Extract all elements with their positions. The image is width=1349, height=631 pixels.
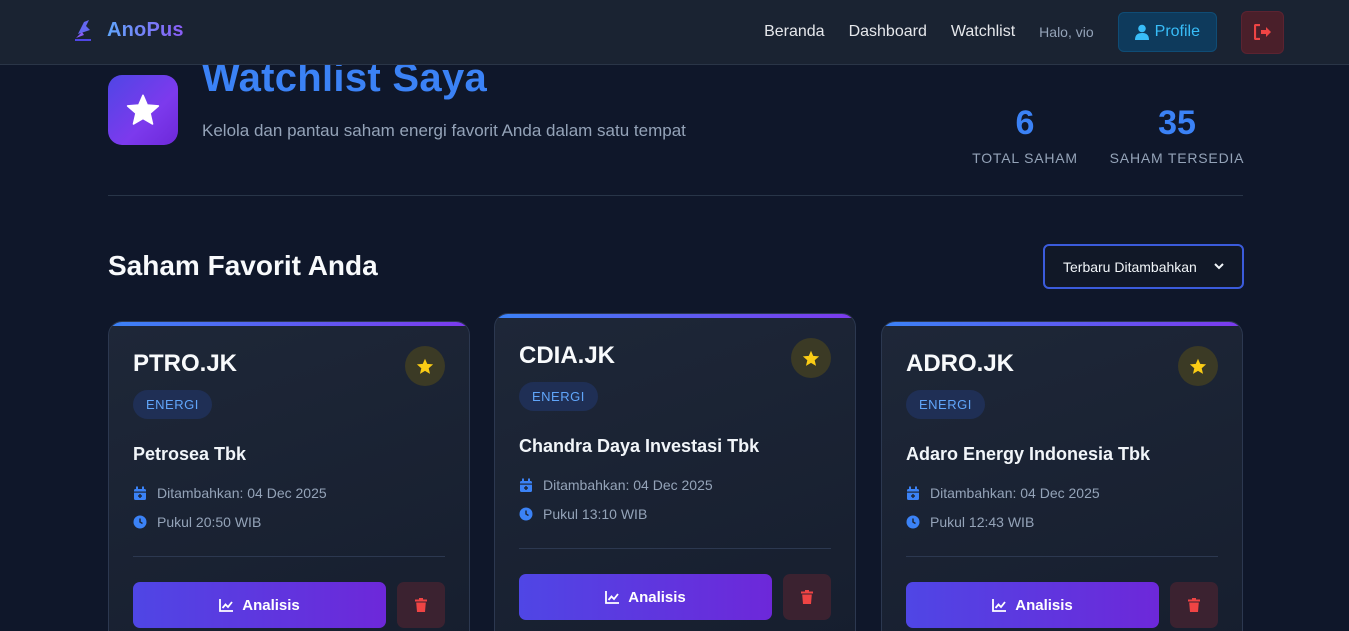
header-divider bbox=[108, 195, 1243, 196]
delete-button[interactable] bbox=[783, 574, 831, 620]
added-time-text: Pukul 12:43 WIB bbox=[930, 514, 1035, 530]
clock-icon bbox=[519, 507, 533, 521]
nav-link-dashboard[interactable]: Dashboard bbox=[849, 23, 927, 41]
analysis-label: Analisis bbox=[1015, 596, 1073, 614]
calendar-icon bbox=[907, 486, 919, 500]
stat-value: 6 bbox=[1015, 104, 1035, 142]
star-icon bbox=[416, 358, 434, 374]
analysis-label: Analisis bbox=[242, 596, 300, 614]
star-icon bbox=[802, 350, 820, 366]
delete-button[interactable] bbox=[1170, 582, 1218, 628]
added-date-row: Ditambahkan: 04 Dec 2025 bbox=[906, 485, 1100, 501]
brand-name: AnoPus bbox=[107, 18, 184, 41]
chevron-down-icon bbox=[1214, 263, 1224, 270]
added-date-text: Ditambahkan: 04 Dec 2025 bbox=[930, 485, 1100, 501]
trash-icon bbox=[801, 590, 813, 604]
page-subtitle: Kelola dan pantau saham energi favorit A… bbox=[202, 121, 686, 140]
added-date-row: Ditambahkan: 04 Dec 2025 bbox=[133, 485, 327, 501]
analysis-button[interactable]: Analisis bbox=[133, 582, 386, 628]
user-icon bbox=[1134, 24, 1149, 40]
analysis-button[interactable]: Analisis bbox=[906, 582, 1159, 628]
added-time-row: Pukul 13:10 WIB bbox=[519, 506, 647, 522]
added-time-text: Pukul 13:10 WIB bbox=[543, 506, 648, 522]
sort-select[interactable]: Terbaru Ditambahkan bbox=[1043, 244, 1244, 289]
calendar-icon bbox=[520, 478, 532, 492]
card-accent-bar bbox=[109, 322, 469, 326]
chart-line-icon bbox=[605, 590, 620, 604]
card-accent-bar bbox=[495, 314, 855, 318]
delete-button[interactable] bbox=[397, 582, 445, 628]
card-accent-bar bbox=[882, 322, 1242, 326]
added-date-text: Ditambahkan: 04 Dec 2025 bbox=[157, 485, 327, 501]
nav-link-beranda[interactable]: Beranda bbox=[764, 23, 825, 41]
company-name: Petrosea Tbk bbox=[133, 444, 247, 464]
favorite-button[interactable] bbox=[405, 346, 445, 386]
stat-label: TOTAL SAHAM bbox=[972, 150, 1078, 166]
sector-badge: ENERGI bbox=[133, 390, 212, 419]
sector-badge: ENERGI bbox=[519, 382, 598, 411]
added-time-text: Pukul 20:50 WIB bbox=[157, 514, 262, 530]
added-time-row: Pukul 12:43 WIB bbox=[906, 514, 1034, 530]
card-divider bbox=[519, 548, 831, 549]
added-time-row: Pukul 20:50 WIB bbox=[133, 514, 261, 530]
stat-label: SAHAM TERSEDIA bbox=[1109, 150, 1245, 166]
card-ticker: CDIA.JK bbox=[519, 342, 616, 369]
anopus-logo-icon bbox=[75, 20, 91, 41]
favorite-button[interactable] bbox=[1178, 346, 1218, 386]
clock-icon bbox=[906, 515, 920, 529]
card-divider bbox=[133, 556, 445, 557]
watchlist-card: PTRO.JK ENERGI Petrosea Tbk Ditambahkan:… bbox=[108, 321, 470, 631]
stat-value: 35 bbox=[1158, 104, 1196, 142]
logout-button[interactable] bbox=[1241, 10, 1284, 54]
trash-icon bbox=[415, 598, 427, 612]
company-name: Adaro Energy Indonesia Tbk bbox=[906, 444, 1151, 464]
user-greeting: Halo, vio bbox=[1039, 24, 1094, 40]
favorite-button[interactable] bbox=[791, 338, 831, 378]
brand[interactable]: AnoPus bbox=[73, 18, 184, 42]
company-name: Chandra Daya Investasi Tbk bbox=[519, 436, 760, 456]
hero-icon-box bbox=[108, 75, 178, 145]
card-divider bbox=[906, 556, 1218, 557]
watchlist-card: ADRO.JK ENERGI Adaro Energy Indonesia Tb… bbox=[881, 321, 1243, 631]
nav-link-watchlist[interactable]: Watchlist bbox=[951, 23, 1015, 41]
star-icon bbox=[1189, 358, 1207, 374]
navbar: AnoPus Beranda Dashboard Watchlist Halo,… bbox=[0, 0, 1349, 65]
sector-badge: ENERGI bbox=[906, 390, 985, 419]
section-title: Saham Favorit Anda bbox=[108, 250, 378, 281]
sort-selected-value: Terbaru Ditambahkan bbox=[1063, 258, 1197, 275]
card-ticker: ADRO.JK bbox=[906, 350, 1015, 377]
profile-button[interactable]: Profile bbox=[1117, 12, 1217, 52]
analysis-label: Analisis bbox=[628, 588, 686, 606]
calendar-icon bbox=[134, 486, 146, 500]
chart-line-icon bbox=[992, 598, 1007, 612]
stat-total-saham: 6 TOTAL SAHAM bbox=[970, 104, 1080, 166]
card-ticker: PTRO.JK bbox=[133, 350, 238, 377]
added-date-row: Ditambahkan: 04 Dec 2025 bbox=[519, 477, 713, 493]
profile-label: Profile bbox=[1154, 23, 1200, 40]
added-date-text: Ditambahkan: 04 Dec 2025 bbox=[543, 477, 713, 493]
sign-out-icon bbox=[1253, 24, 1271, 40]
analysis-button[interactable]: Analisis bbox=[519, 574, 772, 620]
nav-links: Beranda Dashboard Watchlist Halo, vio Pr… bbox=[764, 0, 1349, 64]
star-icon bbox=[126, 94, 160, 125]
watchlist-card: CDIA.JK ENERGI Chandra Daya Investasi Tb… bbox=[494, 313, 856, 631]
trash-icon bbox=[1188, 598, 1200, 612]
chart-line-icon bbox=[219, 598, 234, 612]
clock-icon bbox=[133, 515, 147, 529]
stat-saham-tersedia: 35 SAHAM TERSEDIA bbox=[1108, 104, 1246, 166]
